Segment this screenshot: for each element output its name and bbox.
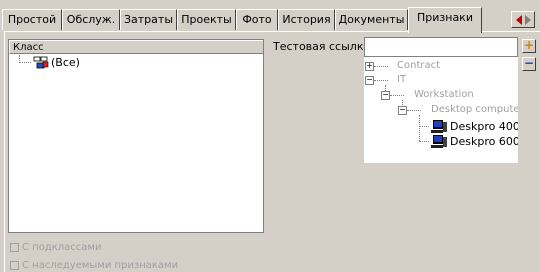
tree-node-workstation[interactable]: Workstation [414,89,474,101]
tab-photo[interactable]: Фото [236,9,278,30]
computer-icon [431,135,447,148]
class-tree[interactable]: Класс (Все) [8,39,264,233]
tree-connector [419,115,420,141]
tree-connector [19,62,31,63]
subclasses-checkbox-label: С подклассами [22,242,102,253]
collapse-icon[interactable]: − [365,76,374,85]
remove-button[interactable]: − [522,57,536,71]
add-button[interactable]: + [522,39,536,53]
tree-connector [374,66,388,67]
tree-connector [419,126,429,127]
tab-documents[interactable]: Документы [335,9,408,30]
tree-node-it[interactable]: IT [397,74,406,86]
tab-history[interactable]: История [278,9,335,30]
link-tree[interactable]: + Contract − IT − Workstation − Desktop … [364,57,518,163]
tree-connector [390,95,404,96]
tree-node-desktop-computer[interactable]: Desktop computer [431,104,518,116]
tab-simple[interactable]: Простой [2,9,62,30]
tree-connector [374,80,388,81]
tree-node-deskpro-4000s[interactable]: Deskpro 4000S [450,120,518,133]
scroll-right-icon[interactable] [525,15,531,25]
test-link-input[interactable] [364,37,518,57]
tab-costs[interactable]: Затраты [120,9,177,30]
computer-icon [431,120,447,133]
tree-connector [407,110,421,111]
inherited-features-checkbox[interactable] [10,261,19,270]
expand-icon[interactable]: + [365,62,374,71]
tab-scroll-arrows[interactable] [511,11,535,28]
class-group-icon [33,56,49,69]
tab-projects[interactable]: Проекты [177,9,236,30]
subclasses-checkbox[interactable] [10,243,19,252]
test-link-label: Тестовая ссылка: [273,40,374,53]
scroll-left-icon[interactable] [516,15,522,25]
tab-service[interactable]: Обслуж. [62,9,120,30]
tab-strip: Простой Обслуж. Затраты Проекты Фото Ист… [0,0,540,33]
collapse-icon[interactable]: − [381,91,390,100]
class-column-header[interactable]: Класс [9,40,263,54]
tree-node-contract[interactable]: Contract [397,60,440,72]
tab-features[interactable]: Признаки [408,7,482,33]
collapse-icon[interactable]: − [398,106,407,115]
inherited-features-checkbox-label: С наследуемыми признаками [22,260,179,271]
tree-node-deskpro-6000[interactable]: Deskpro 6000 [450,135,518,148]
class-root-label[interactable]: (Все) [51,56,80,69]
tree-connector [419,141,429,142]
